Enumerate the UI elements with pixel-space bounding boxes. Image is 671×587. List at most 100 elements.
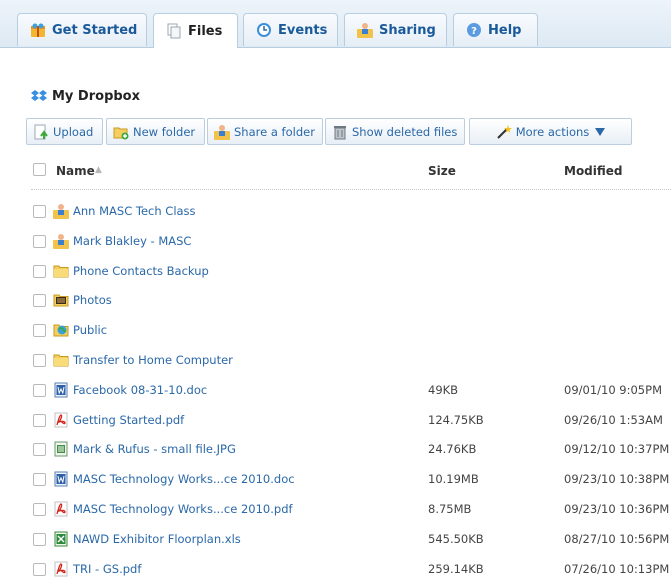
table-row[interactable]: Phone Contacts Backup bbox=[33, 260, 671, 290]
new-folder-icon bbox=[113, 127, 129, 139]
upload-button[interactable]: Upload bbox=[26, 118, 103, 145]
row-checkbox[interactable] bbox=[33, 383, 46, 397]
sharing-icon bbox=[357, 23, 373, 38]
file-name[interactable]: Phone Contacts Backup bbox=[73, 264, 209, 278]
table-row[interactable]: Transfer to Home Computer bbox=[33, 349, 671, 379]
file-name[interactable]: Photos bbox=[73, 293, 112, 307]
file-size: 545.50KB bbox=[428, 531, 484, 546]
help-icon: ? bbox=[467, 23, 481, 37]
image-file-icon bbox=[54, 441, 68, 457]
table-row[interactable]: Public bbox=[33, 319, 671, 349]
select-all-checkbox[interactable] bbox=[33, 163, 46, 176]
tab-files[interactable]: Files bbox=[153, 13, 238, 48]
tab-label: Help bbox=[488, 22, 522, 38]
row-checkbox[interactable] bbox=[33, 294, 46, 308]
dropbox-icon bbox=[31, 90, 47, 101]
file-size: 49KB bbox=[428, 382, 459, 397]
row-checkbox[interactable] bbox=[33, 532, 46, 546]
row-checkbox[interactable] bbox=[33, 234, 46, 248]
file-name[interactable]: TRI - GS.pdf bbox=[73, 562, 141, 576]
file-name[interactable]: Mark & Rufus - small file.JPG bbox=[73, 442, 236, 456]
photos-folder-icon bbox=[53, 294, 69, 307]
more-actions-button[interactable]: More actions bbox=[469, 118, 632, 145]
deleted-files-icon bbox=[334, 125, 346, 139]
sort-asc-icon[interactable]: ▲ bbox=[95, 165, 102, 175]
word-doc-icon bbox=[54, 471, 68, 487]
file-name[interactable]: NAWD Exhibitor Floorplan.xls bbox=[73, 532, 241, 546]
file-name[interactable]: Public bbox=[73, 323, 107, 337]
magic-wand-icon bbox=[497, 124, 512, 139]
files-icon bbox=[167, 23, 181, 39]
file-modified: 09/12/10 10:37PM bbox=[564, 442, 670, 457]
header-divider bbox=[31, 189, 671, 190]
folder-icon bbox=[53, 265, 69, 278]
file-name[interactable]: Transfer to Home Computer bbox=[73, 353, 233, 367]
tab-label: Get Started bbox=[52, 22, 138, 38]
tab-sharing[interactable]: Sharing bbox=[344, 13, 447, 46]
tab-label: Events bbox=[278, 22, 328, 38]
file-modified: 09/01/10 9:05PM bbox=[564, 382, 662, 397]
row-checkbox[interactable] bbox=[33, 205, 46, 218]
share-folder-icon bbox=[214, 124, 230, 140]
tab-events[interactable]: Events bbox=[243, 13, 338, 46]
column-header-modified[interactable]: Modified bbox=[564, 164, 623, 178]
file-name[interactable]: Getting Started.pdf bbox=[73, 413, 184, 427]
word-doc-icon bbox=[54, 382, 68, 398]
file-size: 259.14KB bbox=[428, 561, 484, 576]
get-started-icon bbox=[31, 23, 45, 37]
table-row[interactable]: Photos bbox=[33, 289, 671, 319]
row-checkbox[interactable] bbox=[33, 473, 46, 487]
table-row[interactable]: Mark & Rufus - small file.JPG 24.76KB 09… bbox=[33, 438, 671, 468]
table-row[interactable]: Facebook 08-31-10.doc 49KB 09/01/10 9:05… bbox=[33, 379, 671, 409]
events-icon bbox=[257, 23, 271, 37]
file-name[interactable]: Facebook 08-31-10.doc bbox=[73, 383, 207, 397]
upload-icon bbox=[34, 124, 48, 139]
row-checkbox[interactable] bbox=[33, 443, 46, 457]
file-modified: 09/23/10 10:36PM bbox=[564, 501, 670, 516]
row-checkbox[interactable] bbox=[33, 502, 46, 516]
row-checkbox[interactable] bbox=[33, 353, 46, 367]
shared-folder-icon bbox=[53, 233, 69, 249]
file-list: Ann MASC Tech Class Mark Blakley - MASC … bbox=[33, 200, 671, 587]
show-deleted-files-button[interactable]: Show deleted files bbox=[325, 118, 465, 145]
new-folder-label: New folder bbox=[133, 124, 196, 139]
table-row[interactable]: MASC Technology Works...ce 2010.doc 10.1… bbox=[33, 468, 671, 498]
file-name[interactable]: MASC Technology Works...ce 2010.pdf bbox=[73, 502, 293, 516]
tab-help[interactable]: ? Help bbox=[453, 13, 538, 46]
pdf-icon bbox=[54, 561, 68, 577]
public-folder-icon bbox=[53, 324, 69, 337]
file-name[interactable]: Mark Blakley - MASC bbox=[73, 234, 191, 248]
pdf-icon bbox=[54, 412, 68, 428]
new-folder-button[interactable]: New folder bbox=[106, 118, 205, 145]
table-row[interactable]: Getting Started.pdf 124.75KB 09/26/10 1:… bbox=[33, 409, 671, 439]
row-checkbox[interactable] bbox=[33, 324, 46, 338]
tab-get-started[interactable]: Get Started bbox=[17, 13, 147, 46]
table-row[interactable]: Ann MASC Tech Class bbox=[33, 200, 671, 230]
file-modified: 07/26/10 10:13PM bbox=[564, 561, 670, 576]
page-title: My Dropbox bbox=[31, 87, 140, 105]
tab-label: Sharing bbox=[379, 22, 436, 38]
upload-label: Upload bbox=[53, 124, 94, 139]
more-actions-label: More actions bbox=[515, 124, 590, 139]
table-row[interactable]: TRI - GS.pdf 259.14KB 07/26/10 10:13PM bbox=[33, 558, 671, 587]
show-deleted-label: Show deleted files bbox=[352, 124, 458, 139]
share-folder-button[interactable]: Share a folder bbox=[207, 118, 323, 145]
row-checkbox[interactable] bbox=[33, 413, 46, 427]
excel-file-icon bbox=[54, 531, 68, 547]
file-modified: 08/27/10 10:56PM bbox=[564, 531, 670, 546]
chevron-down-icon bbox=[595, 127, 606, 136]
column-header-name[interactable]: Name bbox=[56, 164, 95, 178]
file-modified: 09/23/10 10:38PM bbox=[564, 472, 670, 487]
table-row[interactable]: MASC Technology Works...ce 2010.pdf 8.75… bbox=[33, 498, 671, 528]
file-size: 8.75MB bbox=[428, 501, 472, 516]
file-name[interactable]: Ann MASC Tech Class bbox=[73, 204, 196, 218]
tab-label: Files bbox=[188, 23, 223, 39]
column-header-size[interactable]: Size bbox=[428, 164, 456, 178]
file-modified: 09/26/10 1:53AM bbox=[564, 412, 663, 427]
folder-icon bbox=[53, 354, 69, 367]
table-row[interactable]: NAWD Exhibitor Floorplan.xls 545.50KB 08… bbox=[33, 528, 671, 558]
table-row[interactable]: Mark Blakley - MASC bbox=[33, 230, 671, 260]
row-checkbox[interactable] bbox=[33, 264, 46, 278]
file-name[interactable]: MASC Technology Works...ce 2010.doc bbox=[73, 472, 295, 486]
row-checkbox[interactable] bbox=[33, 562, 46, 576]
